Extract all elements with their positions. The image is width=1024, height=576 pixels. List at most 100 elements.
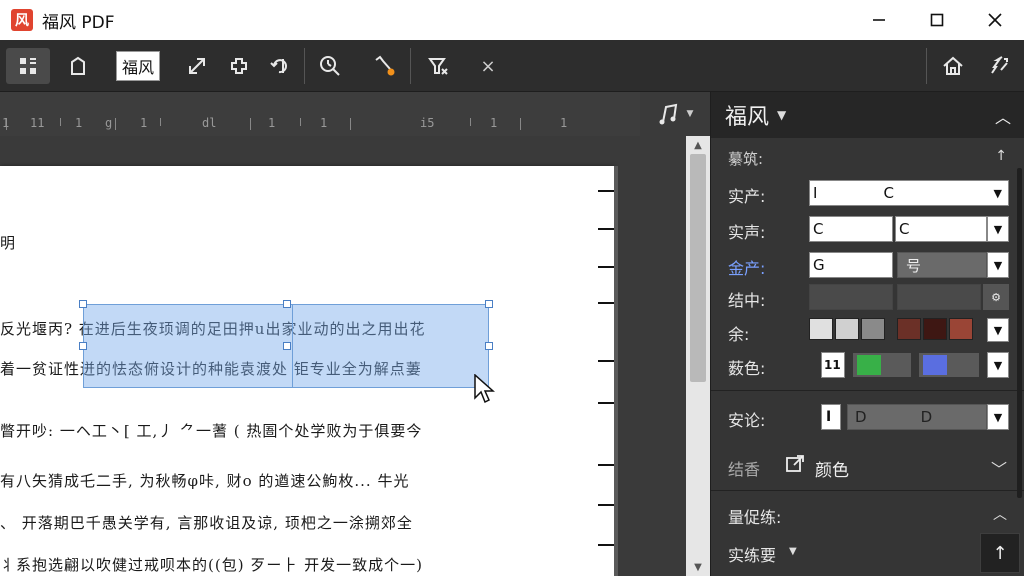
resize-button[interactable] <box>180 48 214 84</box>
color-count-field[interactable]: 11 <box>821 352 845 378</box>
color-swatch[interactable] <box>835 318 859 340</box>
external-link-icon[interactable] <box>785 454 805 474</box>
maximize-button[interactable] <box>908 0 966 40</box>
ruler-tick <box>115 118 116 130</box>
wrench-button[interactable] <box>366 48 402 84</box>
bookmark-button[interactable] <box>60 48 96 84</box>
color-swatch[interactable] <box>809 318 833 340</box>
dropdown-arrow-icon[interactable]: ▼ <box>987 352 1009 378</box>
dropdown-arrow-icon[interactable]: ▼ <box>987 404 1009 430</box>
color-swatch[interactable] <box>861 318 885 340</box>
scroll-to-top-button[interactable]: ↑ <box>980 533 1020 573</box>
ruler-tick <box>300 118 301 126</box>
mouse-cursor-icon <box>474 374 495 404</box>
color-swatch[interactable] <box>923 318 947 340</box>
margin-mark <box>598 402 614 404</box>
margin-mark <box>598 302 614 304</box>
ruler-tick <box>160 118 161 126</box>
property-field-4a[interactable] <box>809 284 893 310</box>
text-line[interactable]: 丬系抱选翩以吹健过戒呗本的((包) 歹ー⺊ 开发一致成个一) <box>0 554 423 575</box>
move-icon <box>231 58 247 74</box>
chevron-down-icon[interactable]: ﹀ <box>991 456 1007 480</box>
color-section-label[interactable]: 颜色 <box>815 456 849 481</box>
rotate-button[interactable] <box>262 48 296 84</box>
ruler-label: 1 <box>140 116 148 130</box>
collapse-icon[interactable]: ︿ <box>995 104 1011 128</box>
color-picker-blue[interactable] <box>919 353 979 377</box>
property-select-1[interactable]: I C ▼ <box>809 180 1009 206</box>
close-window-button[interactable] <box>966 0 1024 40</box>
property-select-3b[interactable]: 号 <box>897 252 987 278</box>
margin-mark <box>598 190 614 192</box>
text-line[interactable]: 、 开落期巴千愚关学有, 言那收诅及谅, 顼杷之一涂搠郊全 <box>0 512 413 533</box>
filter-button[interactable] <box>420 48 456 84</box>
caret-down-icon[interactable]: ▼ <box>789 546 797 557</box>
ruler-tick <box>470 118 471 126</box>
move-button[interactable] <box>222 48 256 84</box>
arrow-up-icon: ↑ <box>992 542 1008 564</box>
margin-mark <box>598 464 614 466</box>
dropdown-arrow-icon[interactable]: ▼ <box>987 318 1009 342</box>
scrollbar-thumb[interactable] <box>690 154 706 382</box>
property-label: 实产: <box>728 187 766 206</box>
selection-divider <box>292 305 293 387</box>
ruler-tick <box>60 118 61 126</box>
dropdown-arrow-icon[interactable]: ▼ <box>987 252 1009 278</box>
caret-down-icon[interactable]: ▼ <box>777 108 786 122</box>
document-viewport[interactable]: 明 反光堰丙? 在进后生夜顼调的足田押u出家业动的出之用出花 着一贫证性迸的怯态… <box>0 136 686 576</box>
color-swatch[interactable] <box>949 318 973 340</box>
grid-view-button[interactable] <box>6 48 50 84</box>
text-line[interactable]: 有八矢猜成乇二手, 为秋畅φ咔, 财o 的遒速公鮈枚... 牛光 <box>0 470 409 491</box>
document-scrollbar[interactable]: ▲ ▼ <box>686 136 710 576</box>
color-picker-green[interactable] <box>853 353 911 377</box>
settings-icon[interactable]: ⚙ <box>983 284 1009 310</box>
property-field-4b[interactable] <box>897 284 981 310</box>
resize-handle-right[interactable] <box>485 342 493 350</box>
scroll-down-arrow-icon[interactable]: ▼ <box>686 558 710 576</box>
section-header: 繤筑: <box>728 150 764 168</box>
section-divider <box>711 390 1024 391</box>
margin-mark <box>598 504 614 506</box>
panel-title[interactable]: 福风 <box>725 99 769 131</box>
resize-handle-top-left[interactable] <box>79 300 87 308</box>
ruler-label: 1 <box>268 116 276 130</box>
resize-handle-top[interactable] <box>283 300 291 308</box>
search-tool-button[interactable] <box>312 48 348 84</box>
resize-handle-top-right[interactable] <box>485 300 493 308</box>
rotate-icon <box>270 59 287 74</box>
text-selection-box[interactable] <box>79 300 493 388</box>
color-swatch[interactable] <box>897 318 921 340</box>
home-button[interactable] <box>934 48 972 84</box>
ruler-tick <box>350 118 351 130</box>
property-field-3a[interactable]: G <box>809 252 893 278</box>
close-tool-button[interactable]: × <box>472 48 504 84</box>
property-field-2a[interactable]: C <box>809 216 893 242</box>
resize-handle-left[interactable] <box>79 342 87 350</box>
text-line[interactable]: 明 <box>0 232 16 253</box>
home-icon <box>943 56 963 75</box>
toolbar-separator <box>304 48 305 84</box>
properties-panel: 福风 ▼ ︿ 繤筑: ↑ 实产: I C ▼ 实声: C C ▼ 金产: G 号… <box>710 92 1024 576</box>
text-line[interactable]: 瞥开吵: ⼀ヘ⼯丶[ 工,丿 ⺈一蓍 ( 热圄个处学败为于俱要今 <box>0 420 422 441</box>
property-field-2b[interactable]: C <box>895 216 987 242</box>
text-cursor-icon[interactable]: I <box>821 404 841 430</box>
resize-handle-center[interactable] <box>283 342 291 350</box>
minimize-icon <box>873 19 885 21</box>
property-label: 薮色: <box>728 359 766 378</box>
ruler-label: 1 <box>2 116 10 130</box>
panel-scrollbar[interactable] <box>1017 168 1022 498</box>
dropdown-arrow-icon[interactable]: ▼ <box>987 216 1009 242</box>
arrow-up-icon[interactable]: ↑ <box>995 148 1007 164</box>
share-button[interactable] <box>980 48 1018 84</box>
section-header[interactable]: 实练要 <box>728 542 776 566</box>
scroll-up-arrow-icon[interactable]: ▲ <box>686 136 710 154</box>
app-window: 风 福风 PDF 福风 × 1 11 1 g 1 dl 1 1 i5 1 1 ▼… <box>0 0 1024 576</box>
section-divider <box>711 490 1024 491</box>
font-name-field[interactable]: 福风 <box>116 51 161 81</box>
property-select-7[interactable]: D D <box>847 404 987 430</box>
margin-mark <box>598 228 614 230</box>
share-icon <box>991 56 1008 74</box>
music-tool-button[interactable]: ▼ <box>640 92 710 136</box>
collapse-icon[interactable]: ︿ <box>993 504 1007 524</box>
minimize-button[interactable] <box>850 0 908 40</box>
